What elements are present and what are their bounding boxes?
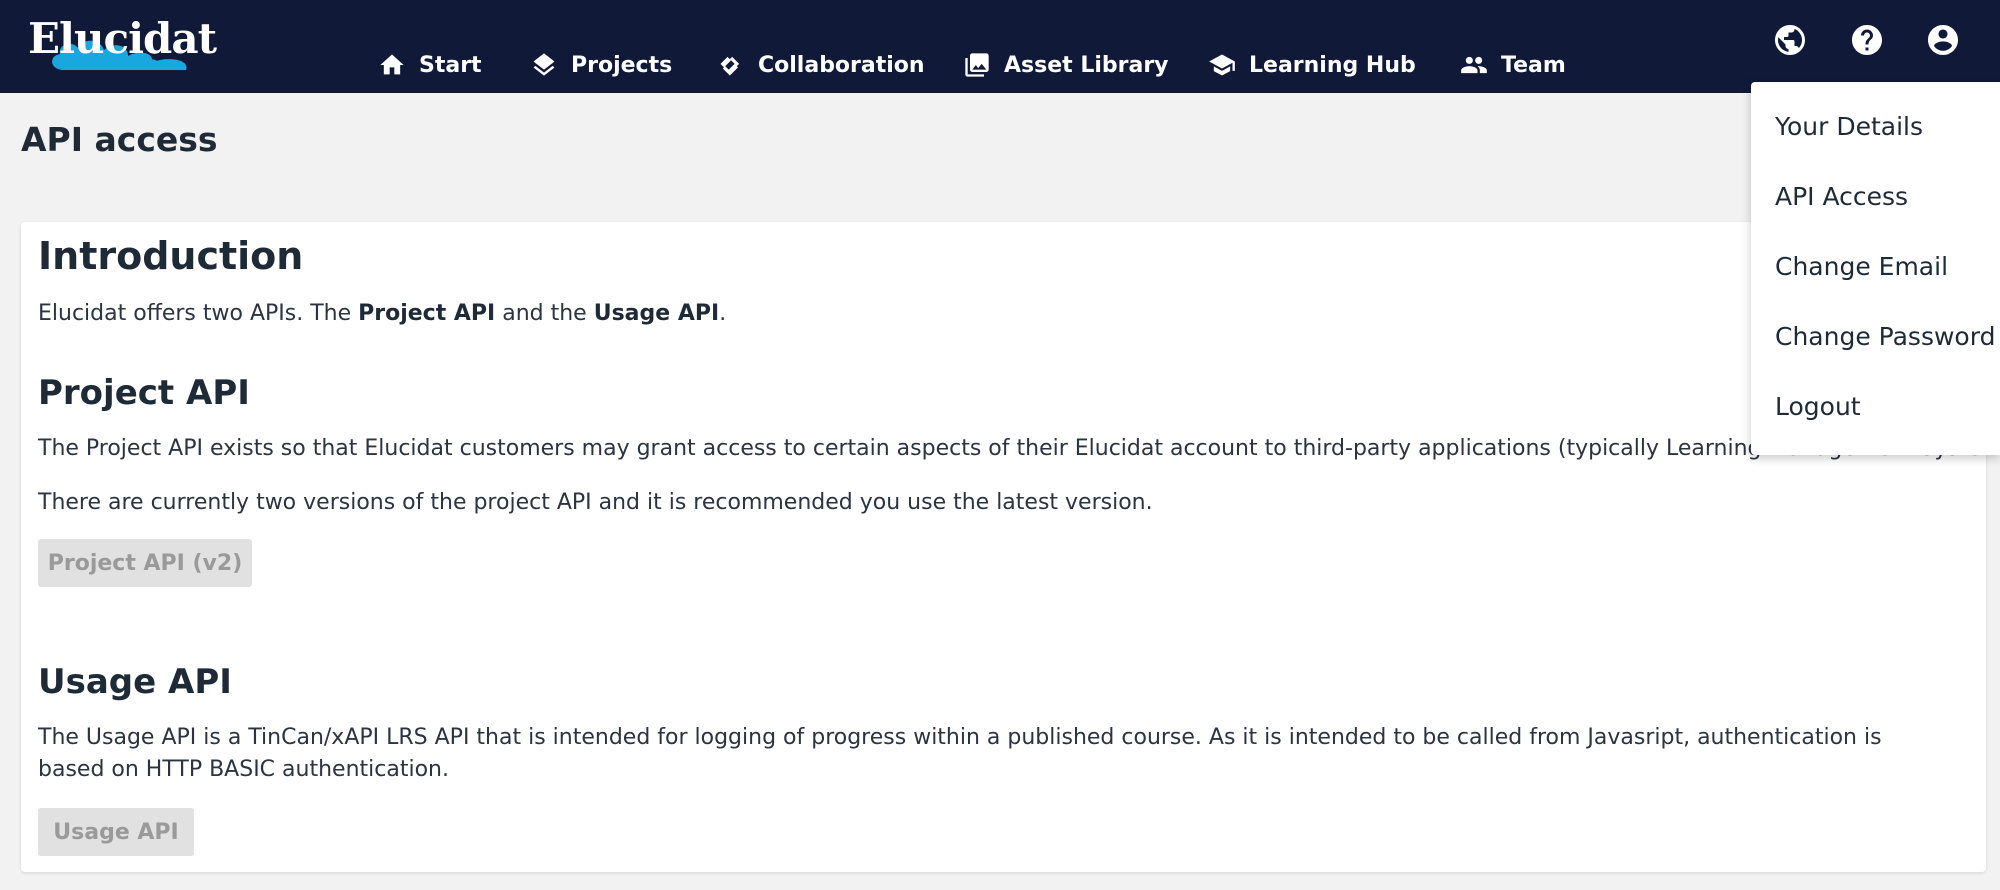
menu-item-your-details[interactable]: Your Details <box>1775 112 1923 141</box>
usage-api-description: The Usage API is a TinCan/xAPI LRS API t… <box>38 725 1882 782</box>
intro-text-middle: and the <box>495 301 594 326</box>
nav-projects-label: Projects <box>571 52 673 78</box>
page-title: API access <box>21 120 218 159</box>
project-api-heading: Project API <box>38 373 250 413</box>
nav-team[interactable]: Team <box>1460 46 1566 84</box>
menu-item-change-email[interactable]: Change Email <box>1775 252 1948 281</box>
menu-item-api-access[interactable]: API Access <box>1775 182 1908 211</box>
intro-usage-api: Usage API <box>593 301 720 326</box>
project-api-versions-note: There are currently two versions of the … <box>38 490 1153 515</box>
nav-collaboration-label: Collaboration <box>758 52 925 78</box>
nav-asset-library-label: Asset Library <box>1004 52 1169 78</box>
menu-item-change-password[interactable]: Change Password <box>1775 322 1995 351</box>
logo-text: Elucidat <box>28 14 217 63</box>
intro-text-before: Elucidat offers two APIs. The <box>38 301 359 326</box>
nav-projects[interactable]: Projects <box>530 46 672 84</box>
handshake-icon <box>720 56 740 76</box>
images-icon <box>965 53 989 77</box>
introduction-text: Elucidat offers two APIs. The Project AP… <box>38 298 1938 330</box>
introduction-heading: Introduction <box>38 234 304 278</box>
nav-learning-hub-label: Learning Hub <box>1249 52 1416 78</box>
layers-icon <box>533 53 555 76</box>
nav-start-label: Start <box>419 52 482 78</box>
globe-icon[interactable] <box>1772 22 1808 58</box>
top-navigation-bar: Elucidat Start Projects Collaboration As… <box>0 0 2000 93</box>
api-content-card: Introduction Elucidat offers two APIs. T… <box>21 222 2000 872</box>
nav-asset-library[interactable]: Asset Library <box>963 46 1169 84</box>
help-icon[interactable] <box>1849 22 1885 58</box>
nav-start[interactable]: Start <box>378 46 482 84</box>
graduation-cap-icon <box>1209 54 1235 76</box>
project-api-description: The Project API exists so that Elucidat … <box>38 436 2000 461</box>
project-api-v2-button[interactable]: Project API (v2) <box>38 539 252 587</box>
account-icon[interactable] <box>1925 22 1961 58</box>
nav-team-label: Team <box>1501 52 1566 78</box>
people-icon <box>1461 56 1487 74</box>
nav-collaboration[interactable]: Collaboration <box>717 46 925 84</box>
menu-item-logout[interactable]: Logout <box>1775 392 1861 421</box>
usage-api-heading: Usage API <box>38 662 232 702</box>
intro-text-after: . <box>719 301 727 326</box>
elucidat-logo[interactable]: Elucidat <box>20 12 217 74</box>
account-dropdown-menu: Your Details API Access Change Email Cha… <box>1751 82 2000 455</box>
home-icon <box>380 54 404 75</box>
usage-api-button[interactable]: Usage API <box>38 808 194 856</box>
nav-learning-hub[interactable]: Learning Hub <box>1208 46 1416 84</box>
intro-project-api: Project API <box>358 301 496 326</box>
